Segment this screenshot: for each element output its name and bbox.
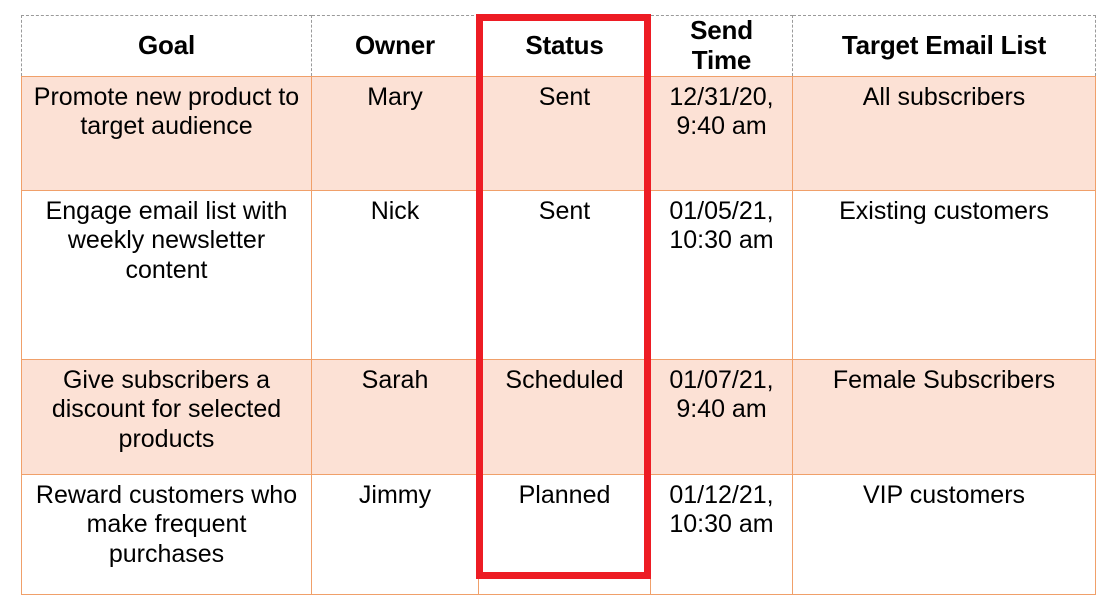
table-body: Promote new product to target audience M… [21,75,1096,595]
cell-status[interactable]: Sent [478,189,651,360]
cell-send-time[interactable]: 01/07/21, 9:40 am [650,358,793,475]
cell-status[interactable]: Sent [478,75,651,191]
cell-owner[interactable]: Sarah [311,358,479,475]
table-header: Goal Owner Status Send Time Target Email… [21,15,1096,77]
cell-target-email-list[interactable]: VIP customers [792,473,1096,595]
column-header-goal[interactable]: Goal [21,15,312,77]
column-header-send-time[interactable]: Send Time [650,15,793,77]
cell-send-time[interactable]: 12/31/20, 9:40 am [650,75,793,191]
table-row: Promote new product to target audience M… [21,75,1096,191]
column-header-status[interactable]: Status [478,15,651,77]
cell-target-email-list[interactable]: Existing customers [792,189,1096,360]
cell-send-time[interactable]: 01/12/21, 10:30 am [650,473,793,595]
cell-owner[interactable]: Jimmy [311,473,479,595]
table-row: Give subscribers a discount for selected… [21,358,1096,475]
cell-goal[interactable]: Reward customers who make frequent purch… [21,473,312,595]
cell-goal[interactable]: Engage email list with weekly newsletter… [21,189,312,360]
email-campaign-plan-table: Goal Owner Status Send Time Target Email… [21,15,1096,595]
cell-target-email-list[interactable]: Female Subscribers [792,358,1096,475]
cell-send-time[interactable]: 01/05/21, 10:30 am [650,189,793,360]
cell-owner[interactable]: Mary [311,75,479,191]
table-row: Engage email list with weekly newsletter… [21,189,1096,360]
column-header-owner[interactable]: Owner [311,15,479,77]
cell-status[interactable]: Planned [478,473,651,595]
table-header-row: Goal Owner Status Send Time Target Email… [21,15,1096,77]
table-row: Reward customers who make frequent purch… [21,473,1096,595]
cell-goal[interactable]: Give subscribers a discount for selected… [21,358,312,475]
screenshot-canvas: Goal Owner Status Send Time Target Email… [0,0,1117,601]
cell-target-email-list[interactable]: All subscribers [792,75,1096,191]
column-header-target-email-list[interactable]: Target Email List [792,15,1096,77]
cell-status[interactable]: Scheduled [478,358,651,475]
cell-goal[interactable]: Promote new product to target audience [21,75,312,191]
cell-owner[interactable]: Nick [311,189,479,360]
